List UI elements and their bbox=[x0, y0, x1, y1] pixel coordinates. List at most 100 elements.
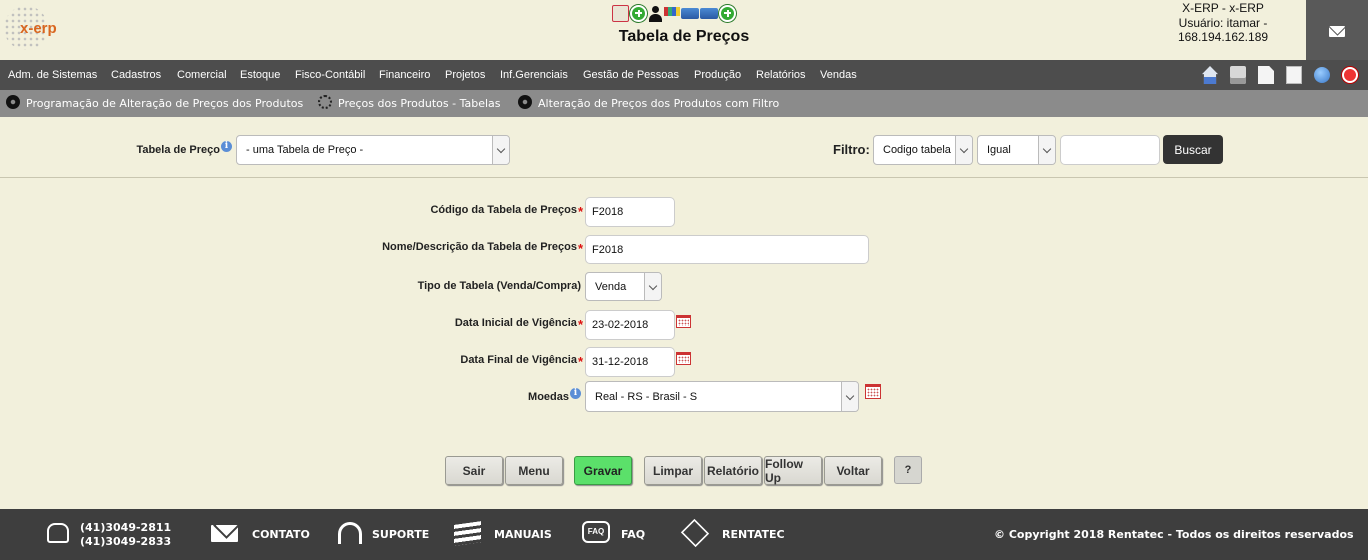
chevron-down-icon bbox=[1038, 136, 1055, 164]
chevron-down-icon bbox=[644, 273, 661, 300]
help-button[interactable]: ? bbox=[894, 456, 922, 484]
main-nav: Adm. de Sistemas Cadastros Comercial Est… bbox=[0, 60, 1368, 90]
nome-label: Nome/Descrição da Tabela de Preços* bbox=[340, 241, 583, 256]
gear-icon bbox=[6, 95, 20, 109]
nav-item-vendas[interactable]: Vendas bbox=[820, 69, 857, 81]
nav-item-financeiro[interactable]: Financeiro bbox=[379, 69, 430, 81]
document-icon[interactable] bbox=[1286, 66, 1302, 84]
data-inicial-input[interactable]: 23-02-2018 bbox=[585, 310, 675, 340]
sub-nav: Programação de Alteração de Preços dos P… bbox=[0, 90, 1368, 117]
footer-rentatec-link[interactable]: RENTATEC bbox=[722, 528, 785, 541]
footer-suporte-link[interactable]: SUPORTE bbox=[372, 528, 429, 541]
home-icon[interactable] bbox=[1202, 66, 1218, 84]
user-info-system: X-ERP - x-ERP bbox=[1182, 1, 1264, 15]
chevron-down-icon bbox=[492, 136, 509, 164]
tipo-label: Tipo de Tabela (Venda/Compra) bbox=[417, 280, 581, 292]
limpar-button[interactable]: Limpar bbox=[644, 456, 702, 485]
calendar-icon[interactable] bbox=[865, 384, 881, 399]
add-icon[interactable] bbox=[719, 4, 736, 22]
faq-icon: FAQ bbox=[582, 521, 610, 543]
calendar-icon[interactable] bbox=[676, 315, 691, 328]
report-icon[interactable] bbox=[612, 4, 629, 22]
footer-phone-2: (41)3049-2833 bbox=[80, 535, 172, 548]
codigo-label: Código da Tabela de Preços* bbox=[340, 204, 583, 219]
data-inicial-label: Data Inicial de Vigência* bbox=[340, 317, 583, 332]
nav-item-inf-gerenciais[interactable]: Inf.Gerenciais bbox=[500, 69, 568, 81]
section-divider bbox=[0, 177, 1368, 178]
nav-toolbar bbox=[1202, 66, 1358, 84]
data-final-label: Data Final de Vigência* bbox=[340, 354, 583, 369]
tabela-preco-label: Tabela de Preço i bbox=[120, 141, 232, 156]
document-icon[interactable] bbox=[1258, 66, 1274, 84]
footer-faq-link[interactable]: FAQ bbox=[621, 528, 645, 541]
tipo-select-value: Venda bbox=[595, 280, 627, 293]
info-icon[interactable]: i bbox=[221, 141, 232, 152]
filtro-operador-value: Igual bbox=[987, 144, 1011, 156]
footer-contato-link[interactable]: CONTATO bbox=[252, 528, 310, 541]
header: x-erp Tabela de Preços X-ERP - x-ERP Usu… bbox=[0, 0, 1368, 60]
sair-button[interactable]: Sair bbox=[445, 456, 503, 485]
tabela-preco-select-value: - uma Tabela de Preço - bbox=[246, 144, 364, 156]
required-mark: * bbox=[577, 241, 583, 256]
moedas-label-text: Moedas bbox=[528, 391, 569, 403]
nav-item-producao[interactable]: Produção bbox=[694, 69, 741, 81]
nav-item-gestao-pessoas[interactable]: Gestão de Pessoas bbox=[583, 69, 679, 81]
nav-item-adm-sistemas[interactable]: Adm. de Sistemas bbox=[8, 69, 97, 81]
add-icon[interactable] bbox=[630, 4, 647, 22]
follow-up-button[interactable]: Follow Up bbox=[764, 456, 822, 485]
moedas-select[interactable]: Real - RS - Brasil - S bbox=[585, 381, 859, 412]
print-icon[interactable] bbox=[1230, 66, 1246, 84]
filtro-campo-select[interactable]: Codigo tabela bbox=[873, 135, 973, 165]
moedas-select-value: Real - RS - Brasil - S bbox=[595, 390, 698, 403]
filtro-operador-select[interactable]: Igual bbox=[977, 135, 1056, 165]
subnav-item-precos-tabelas[interactable]: Preços dos Produtos - Tabelas bbox=[338, 97, 501, 110]
data-final-input[interactable]: 31-12-2018 bbox=[585, 347, 675, 377]
nav-item-cadastros[interactable]: Cadastros bbox=[111, 69, 161, 81]
chart-icon[interactable] bbox=[664, 6, 680, 16]
power-icon[interactable] bbox=[1342, 67, 1358, 83]
calendar-icon[interactable] bbox=[676, 352, 691, 365]
nav-item-projetos[interactable]: Projetos bbox=[445, 69, 485, 81]
codigo-input[interactable]: F2018 bbox=[585, 197, 675, 227]
buscar-button[interactable]: Buscar bbox=[1163, 135, 1223, 164]
mail-icon bbox=[1329, 26, 1345, 37]
nome-label-text: Nome/Descrição da Tabela de Preços bbox=[382, 241, 577, 253]
nav-item-relatorios[interactable]: Relatórios bbox=[756, 69, 806, 81]
subnav-item-programacao[interactable]: Programação de Alteração de Preços dos P… bbox=[26, 97, 303, 110]
headset-icon bbox=[338, 522, 362, 544]
filtro-search-input[interactable] bbox=[1060, 135, 1160, 165]
footer-manuais-link[interactable]: MANUAIS bbox=[494, 528, 552, 541]
data-final-label-text: Data Final de Vigência bbox=[460, 354, 577, 366]
tabela-preco-label-text: Tabela de Preço bbox=[136, 144, 220, 156]
rentatec-logo-icon bbox=[680, 518, 710, 548]
footer-copyright: © Copyright 2018 Rentatec - Todos os dir… bbox=[994, 528, 1354, 541]
gravar-button[interactable]: Gravar bbox=[574, 456, 632, 485]
user-info-user: Usuário: itamar - bbox=[1178, 15, 1268, 30]
phone-icon bbox=[47, 523, 69, 543]
filtro-campo-value: Codigo tabela bbox=[883, 144, 951, 156]
gear-icon bbox=[518, 95, 532, 109]
card-icon[interactable] bbox=[681, 7, 699, 19]
nav-item-comercial[interactable]: Comercial bbox=[177, 69, 227, 81]
gear-outline-icon bbox=[318, 95, 332, 109]
subnav-item-alteracao-filtro[interactable]: Alteração de Preços dos Produtos com Fil… bbox=[538, 97, 779, 110]
tipo-select[interactable]: Venda bbox=[585, 272, 662, 301]
menu-button[interactable]: Menu bbox=[505, 456, 563, 485]
nome-input[interactable]: F2018 bbox=[585, 235, 869, 264]
user-info: X-ERP - x-ERP Usuário: itamar - 168.194.… bbox=[1148, 1, 1298, 45]
filtro-label: Filtro: bbox=[833, 142, 870, 157]
messages-button[interactable] bbox=[1306, 0, 1368, 60]
globe-icon[interactable] bbox=[1314, 67, 1330, 83]
chevron-down-icon bbox=[841, 382, 858, 411]
required-mark: * bbox=[577, 317, 583, 332]
card-icon[interactable] bbox=[700, 7, 718, 19]
info-icon[interactable]: i bbox=[570, 388, 581, 399]
nav-item-estoque[interactable]: Estoque bbox=[240, 69, 280, 81]
nav-item-fisco-contabil[interactable]: Fisco-Contábil bbox=[295, 69, 365, 81]
relatorio-button[interactable]: Relatório bbox=[704, 456, 762, 485]
voltar-button[interactable]: Voltar bbox=[824, 456, 882, 485]
user-icon[interactable] bbox=[648, 5, 663, 22]
footer-phone-1: (41)3049-2811 bbox=[80, 521, 172, 534]
header-toolbar bbox=[612, 3, 736, 23]
tabela-preco-select[interactable]: - uma Tabela de Preço - bbox=[236, 135, 510, 165]
